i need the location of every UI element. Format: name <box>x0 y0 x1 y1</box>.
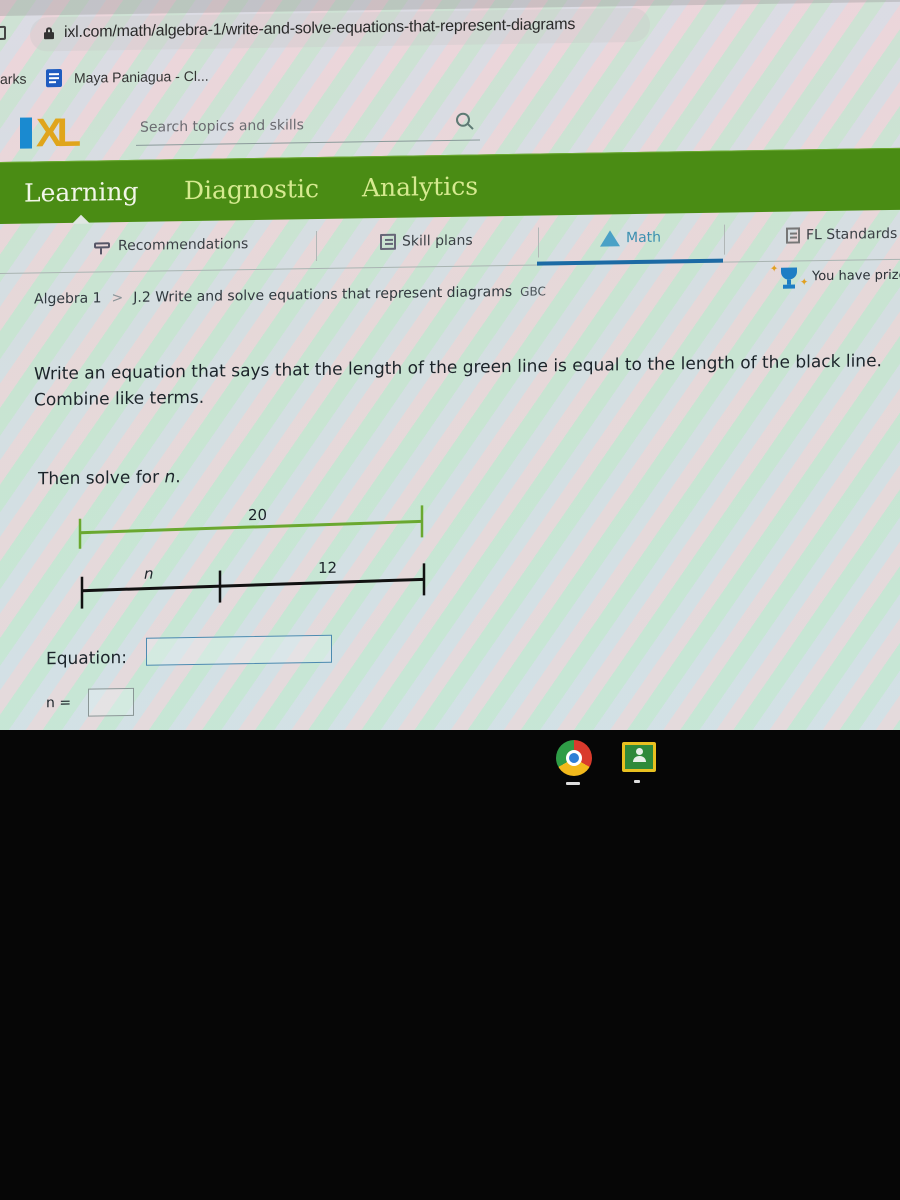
google-classroom-icon[interactable] <box>622 742 656 772</box>
breadcrumb-skill: J.2 Write and solve equations that repre… <box>133 283 513 306</box>
breadcrumb: Algebra 1 > J.2 Write and solve equations … <box>34 283 546 308</box>
nav-diagnostic[interactable]: Diagnostic <box>184 174 319 205</box>
question-prompt: Write an equation that says that the len… <box>34 351 882 411</box>
nav-learning[interactable]: Learning <box>24 177 138 208</box>
skill-plans-icon <box>380 233 396 251</box>
solve-instruction: Then solve for n. <box>38 467 181 489</box>
equation-input[interactable] <box>146 634 332 666</box>
answer-label: n = <box>46 694 72 712</box>
chevron-right-icon: > <box>111 290 124 307</box>
prize-text: You have prize <box>812 267 900 285</box>
segment-n-label: n <box>144 564 154 583</box>
ixl-logo[interactable]: XL <box>20 110 118 156</box>
lock-icon <box>44 27 54 40</box>
search-bar[interactable]: Search topics and skills <box>136 106 480 146</box>
sub-nav: Recommendations Skill plans Math FL Stan… <box>0 215 900 274</box>
logo-i <box>20 117 32 149</box>
subnav-recommendations[interactable]: Recommendations <box>92 236 249 255</box>
recommendations-icon <box>92 238 112 255</box>
logo-xl: XL <box>36 110 76 156</box>
green-line-label: 20 <box>248 505 268 525</box>
subnav-label: FL Standards <box>806 225 898 244</box>
nav-analytics[interactable]: Analytics <box>362 171 478 202</box>
main-nav: Learning Diagnostic Analytics <box>0 147 900 224</box>
running-indicator <box>566 782 580 785</box>
google-docs-icon <box>46 69 62 88</box>
running-indicator <box>634 780 640 783</box>
n-answer-input[interactable] <box>88 687 134 717</box>
skill-code: GBC <box>520 284 546 299</box>
browser-window: ixl.com/math/algebra-1/write-and-solve-e… <box>0 0 900 745</box>
standards-clipboard-icon <box>786 227 800 244</box>
variable: n <box>164 467 176 488</box>
black-line <box>81 577 425 593</box>
subnav-fl-standards[interactable]: FL Standards <box>786 226 897 244</box>
subnav-label: Math <box>626 229 662 247</box>
subnav-skill-plans[interactable]: Skill plans <box>380 232 473 251</box>
divider <box>538 227 539 258</box>
segment-diagram: 20 n 12 <box>60 493 460 609</box>
math-pyramid-icon <box>600 230 620 247</box>
active-nav-caret <box>72 214 90 224</box>
sparkle-icon: ✦ <box>800 277 809 289</box>
equation-label: Equation: <box>46 648 128 670</box>
solve-prefix: Then solve for <box>38 467 165 490</box>
bookmark-item[interactable]: Maya Paniagua - Cl... <box>74 68 209 86</box>
home-button-icon[interactable] <box>0 25 6 41</box>
os-shelf <box>0 730 900 1200</box>
bookmarks-label[interactable]: arks <box>0 71 26 87</box>
trophy-icon <box>778 267 800 289</box>
segment-12-label: 12 <box>318 558 338 578</box>
solve-suffix: . <box>175 467 181 488</box>
divider <box>724 224 725 255</box>
chrome-icon[interactable] <box>556 740 592 776</box>
breadcrumb-course[interactable]: Algebra 1 <box>34 290 102 307</box>
subnav-label: Skill plans <box>402 232 473 250</box>
search-icon[interactable] <box>456 112 474 133</box>
active-tab-underline <box>537 258 723 266</box>
search-input[interactable]: Search topics and skills <box>140 117 304 136</box>
divider <box>316 231 317 262</box>
subnav-label: Recommendations <box>118 236 249 255</box>
subnav-math[interactable]: Math <box>600 230 661 247</box>
